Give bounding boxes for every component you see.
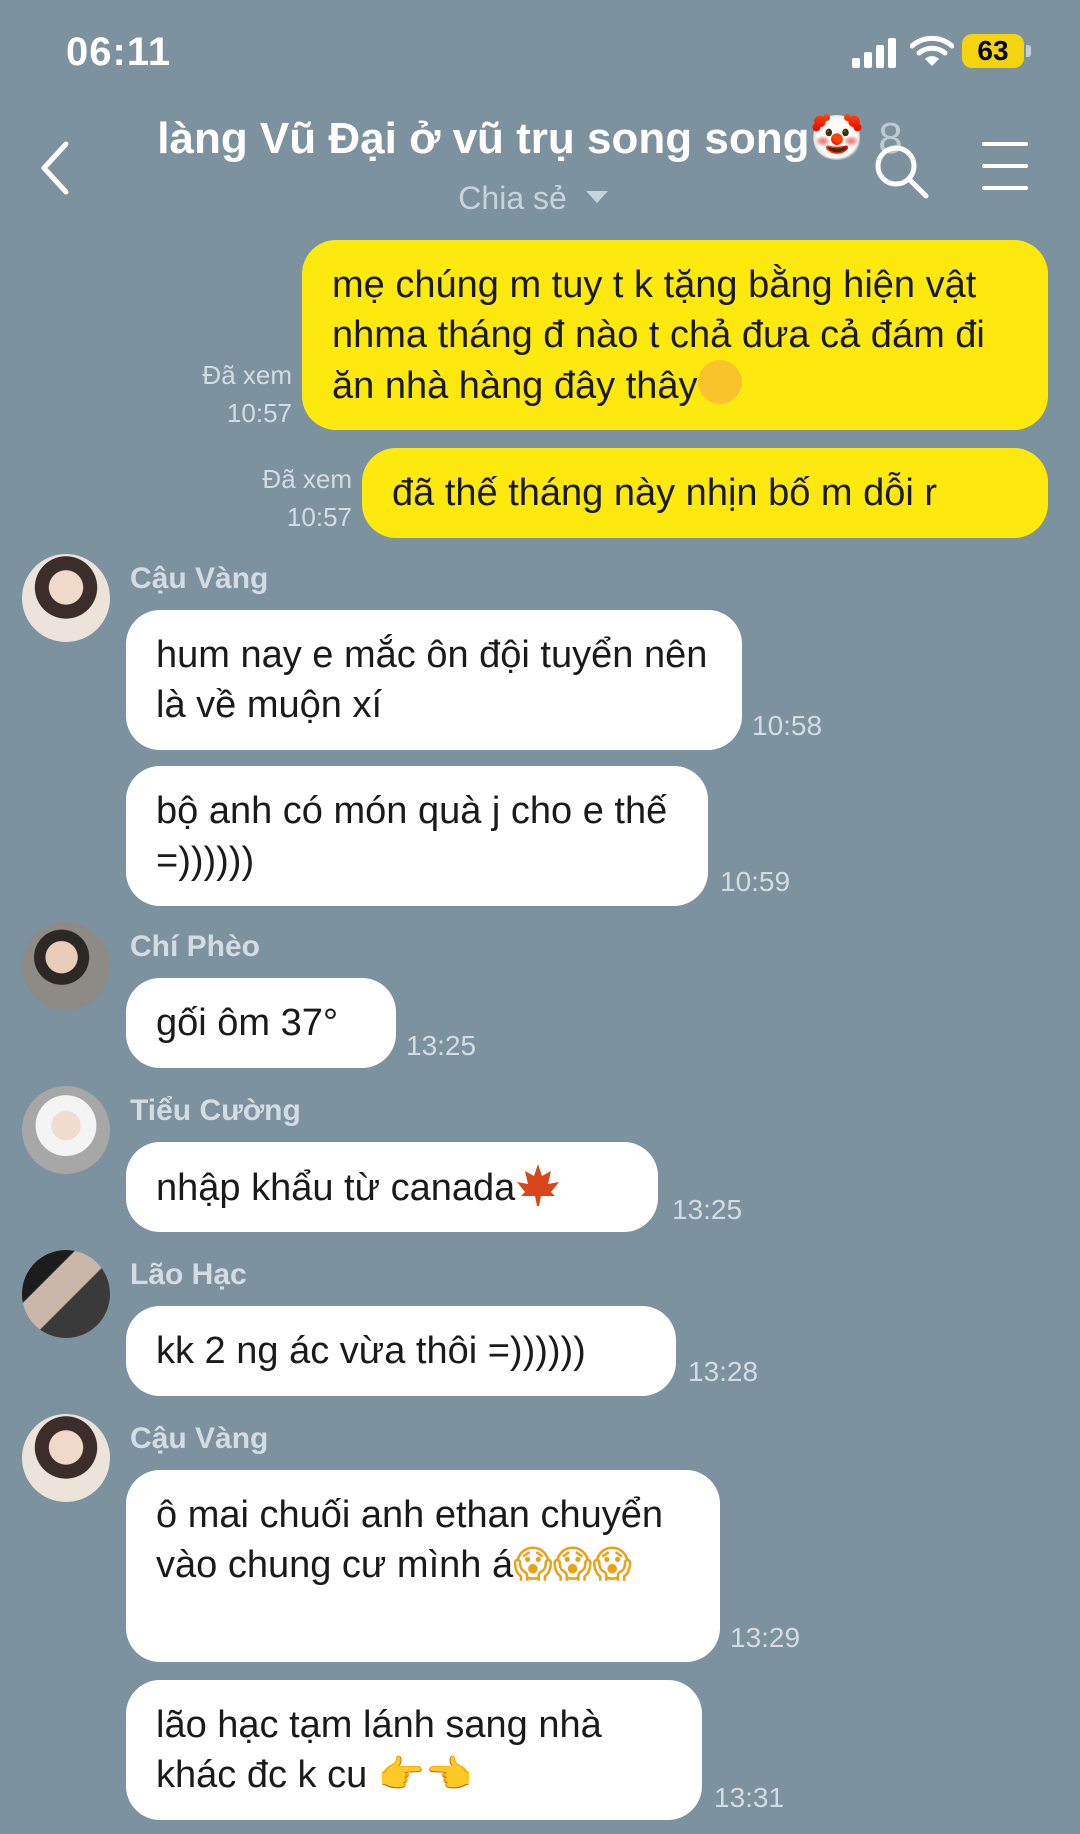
sender-name: Cậu Vàng — [130, 1422, 269, 1455]
scream-emoji: 😱😱😱 — [513, 1544, 632, 1586]
menu-icon[interactable] — [982, 142, 1028, 192]
clown-emoji: 🤡 — [809, 114, 865, 163]
caret-down-icon — [585, 191, 608, 203]
message-bubble[interactable]: ô mai chuối anh ethan chuyển vào chung c… — [126, 1470, 720, 1662]
message-bubble[interactable]: bộ anh có món quà j cho e thế =)))))) — [126, 766, 708, 906]
message-time: 13:31 — [714, 1782, 785, 1813]
chat-title[interactable]: làng Vũ Đại ở vũ trụ song song🤡 8 — [130, 112, 930, 164]
message-text: mẹ chúng m tuy t k tặng bằng hiện vật nh… — [332, 264, 985, 407]
message-bubble[interactable]: hum nay e mắc ôn đội tuyển nên là về muộ… — [126, 610, 742, 750]
sender-name: Lão Hạc — [130, 1258, 247, 1291]
message-time: 13:25 — [672, 1194, 743, 1225]
message-text: đã thế tháng này nhịn bố m dỗi r — [392, 472, 938, 514]
message-bubble[interactable]: lão hạc tạm lánh sang nhà khác đc k cu 👉… — [126, 1680, 702, 1820]
message-text: hum nay e mắc ôn đội tuyển nên là về muộ… — [156, 634, 708, 726]
message-text: kk 2 ng ác vừa thôi =)))))) — [156, 1330, 586, 1372]
seen-label: Đã xem — [202, 360, 292, 390]
maple-leaf-emoji — [517, 1164, 560, 1206]
read-receipt: Đã xem 10:57 — [230, 460, 352, 536]
message-time: 10:57 — [226, 398, 292, 428]
message-bubble[interactable]: gối ôm 37° — [126, 978, 396, 1068]
back-arrow-icon[interactable] — [36, 138, 76, 198]
message-time: 13:29 — [730, 1622, 801, 1653]
message-time: 13:25 — [406, 1030, 477, 1061]
message-bubble[interactable]: kk 2 ng ác vừa thôi =)))))) — [126, 1306, 676, 1396]
battery-level: 63 — [962, 34, 1024, 68]
avatar-cau-vang[interactable] — [22, 1414, 110, 1502]
share-label: Chia sẻ — [458, 180, 567, 216]
sender-name: Tiểu Cường — [130, 1094, 301, 1127]
message-bubble[interactable]: nhập khẩu từ canada — [126, 1142, 658, 1232]
wifi-icon — [910, 35, 954, 66]
share-dropdown[interactable]: Chia sẻ — [400, 180, 666, 217]
cellular-signal-icon — [852, 36, 898, 68]
avatar-chi-pheo[interactable] — [22, 922, 110, 1010]
message-text: bộ anh có món quà j cho e thế =)))))) — [156, 790, 668, 882]
pointing-fingers-emoji: 👉👈 — [377, 1754, 473, 1796]
message-time: 10:57 — [286, 502, 352, 532]
grinning-emoji — [697, 360, 742, 404]
status-time: 06:11 — [66, 30, 172, 74]
message-time: 10:58 — [752, 710, 823, 741]
read-receipt: Đã xem 10:57 — [170, 356, 292, 432]
chat-title-text: làng Vũ Đại ở vũ trụ song song — [157, 114, 810, 163]
avatar-cau-vang[interactable] — [22, 554, 110, 642]
message-time: 10:59 — [720, 866, 791, 897]
seen-label: Đã xem — [262, 464, 352, 494]
sender-name: Cậu Vàng — [130, 562, 269, 595]
sender-name: Chí Phèo — [130, 930, 261, 963]
avatar-tieu-cuong[interactable] — [22, 1086, 110, 1174]
battery-icon: 63 — [962, 34, 1032, 70]
message-bubble-mine[interactable]: mẹ chúng m tuy t k tặng bằng hiện vật nh… — [302, 240, 1048, 430]
message-text: gối ôm 37° — [156, 1002, 339, 1044]
message-time: 13:28 — [688, 1356, 759, 1387]
search-icon[interactable] — [872, 142, 932, 202]
avatar-lao-hac[interactable] — [22, 1250, 110, 1338]
message-text: nhập khẩu từ canada — [156, 1167, 516, 1209]
message-bubble-mine[interactable]: đã thế tháng này nhịn bố m dỗi r — [362, 448, 1048, 538]
